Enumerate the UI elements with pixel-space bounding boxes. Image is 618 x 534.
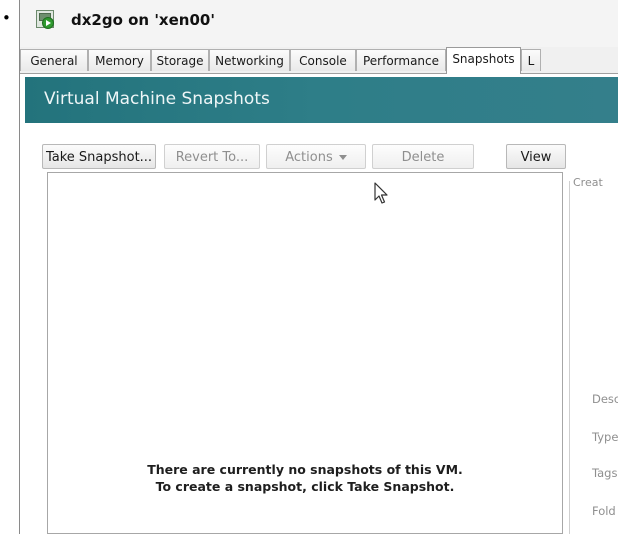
tab-snapshots[interactable]: Snapshots bbox=[446, 47, 521, 74]
tab-console[interactable]: Console bbox=[290, 49, 356, 71]
banner-title: Virtual Machine Snapshots bbox=[44, 89, 270, 109]
folder-label: Fold bbox=[592, 504, 616, 518]
tab-overflow[interactable]: L bbox=[521, 49, 541, 71]
tab-storage[interactable]: Storage bbox=[151, 49, 209, 71]
chevron-down-icon bbox=[338, 155, 347, 160]
tab-performance[interactable]: Performance bbox=[356, 49, 446, 71]
empty-message-line-2: To create a snapshot, click Take Snapsho… bbox=[155, 479, 455, 494]
tab-strip: General Memory Storage Networking Consol… bbox=[20, 47, 618, 74]
description-label: Desc bbox=[592, 392, 618, 406]
type-label: Type bbox=[592, 430, 618, 444]
properties-divider bbox=[569, 181, 575, 534]
actions-dropdown[interactable]: Actions bbox=[266, 144, 366, 169]
view-button[interactable]: View bbox=[506, 144, 566, 169]
mouse-pointer-icon bbox=[374, 182, 388, 204]
list-bullet: • bbox=[2, 9, 11, 27]
snapshot-list[interactable]: There are currently no snapshots of this… bbox=[47, 172, 563, 534]
vm-running-icon bbox=[36, 10, 54, 29]
empty-message-line-1: There are currently no snapshots of this… bbox=[147, 462, 463, 477]
section-banner: Virtual Machine Snapshots bbox=[25, 77, 618, 123]
title-bar: dx2go on 'xen00' bbox=[20, 0, 618, 47]
revert-to-button[interactable]: Revert To... bbox=[164, 144, 260, 169]
created-group-label: Creat bbox=[573, 176, 605, 189]
tab-networking[interactable]: Networking bbox=[209, 49, 290, 71]
tab-general[interactable]: General bbox=[20, 49, 88, 71]
actions-label: Actions bbox=[285, 150, 333, 165]
xencenter-window: dx2go on 'xen00' General Memory Storage … bbox=[19, 0, 618, 534]
window-title: dx2go on 'xen00' bbox=[71, 11, 215, 29]
delete-button[interactable]: Delete bbox=[372, 144, 474, 169]
empty-state-message: There are currently no snapshots of this… bbox=[48, 461, 562, 495]
tags-label: Tags bbox=[592, 466, 618, 480]
take-snapshot-button[interactable]: Take Snapshot... bbox=[42, 144, 156, 169]
tab-memory[interactable]: Memory bbox=[88, 49, 151, 71]
